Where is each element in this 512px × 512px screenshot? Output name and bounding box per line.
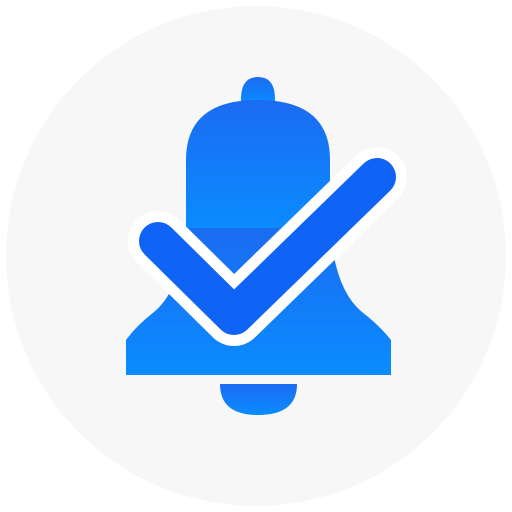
app-icon-canvas — [0, 0, 512, 512]
bell-check-icon — [6, 6, 506, 506]
